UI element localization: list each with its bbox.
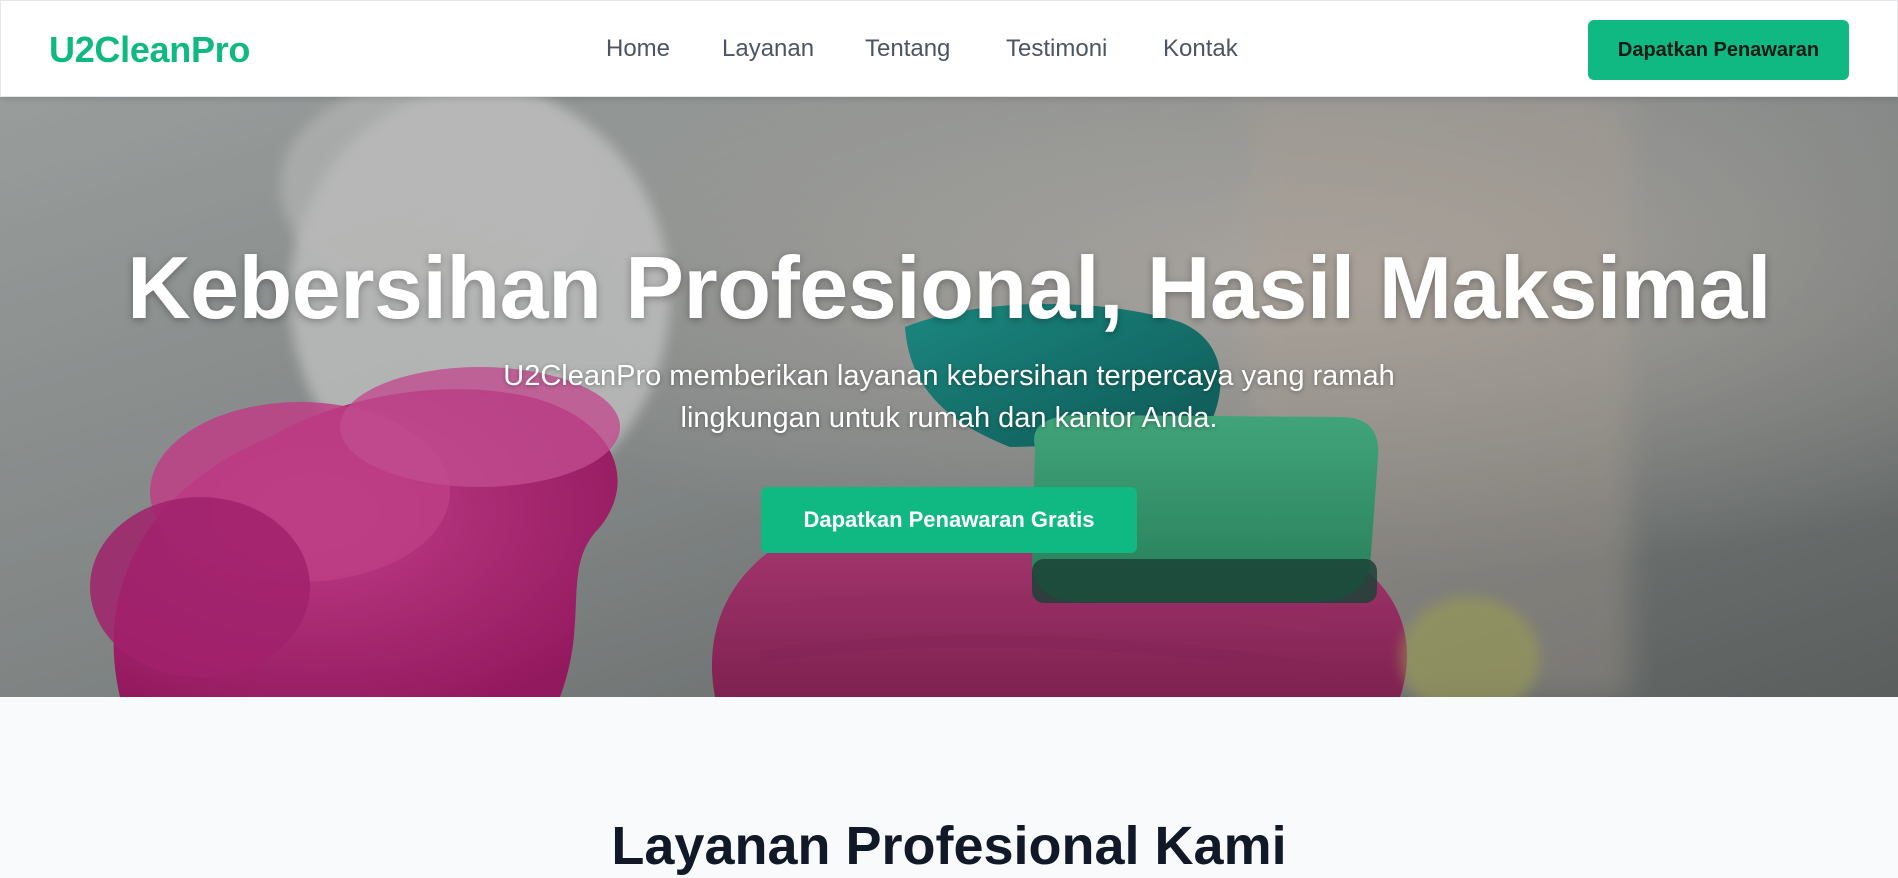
hero-section: Kebersihan Profesional, Hasil Maksimal U… <box>0 97 1898 697</box>
navbar: U2CleanPro Home Layanan Tentang Testimon… <box>0 0 1898 97</box>
hero-title: Kebersihan Profesional, Hasil Maksimal <box>127 238 1771 337</box>
free-quote-button[interactable]: Dapatkan Penawaran Gratis <box>761 487 1137 553</box>
services-title: Layanan Profesional Kami <box>611 816 1287 876</box>
nav-link-tentang[interactable]: Tentang <box>865 35 950 63</box>
services-section: Layanan Profesional Kami <box>0 697 1898 878</box>
hero-content: Kebersihan Profesional, Hasil Maksimal U… <box>0 97 1898 697</box>
hero-subtitle: U2CleanPro memberikan layanan kebersihan… <box>503 360 1395 434</box>
get-quote-button[interactable]: Dapatkan Penawaran <box>1588 20 1849 80</box>
nav-link-testimoni[interactable]: Testimoni <box>1006 35 1107 63</box>
nav-link-layanan[interactable]: Layanan <box>722 35 814 63</box>
nav-link-kontak[interactable]: Kontak <box>1163 35 1238 63</box>
nav-link-home[interactable]: Home <box>606 35 670 63</box>
